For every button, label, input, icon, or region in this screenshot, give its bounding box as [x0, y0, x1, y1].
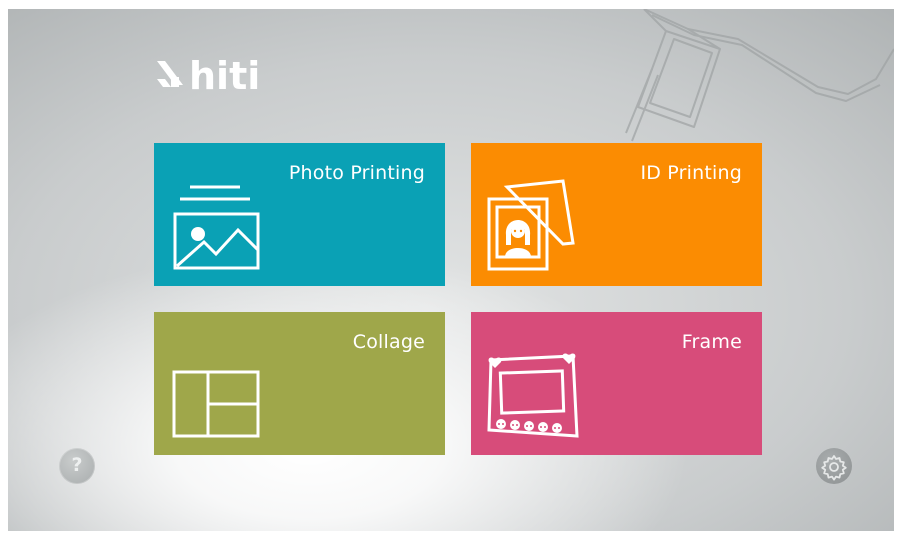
- photo-frame-icon: [487, 353, 579, 438]
- printer-sketch-icon: [625, 9, 894, 142]
- settings-button[interactable]: [816, 448, 852, 484]
- logo-text: hiti: [189, 54, 260, 97]
- tile-collage[interactable]: Collage: [154, 312, 445, 455]
- photo-print-icon: [173, 185, 260, 270]
- help-button[interactable]: ?: [59, 448, 95, 484]
- id-photo-icon: [487, 179, 575, 271]
- tile-frame[interactable]: Frame: [471, 312, 762, 455]
- gear-icon: [821, 455, 847, 481]
- hiti-logo: hiti: [157, 54, 260, 97]
- collage-layout-icon: [172, 370, 260, 438]
- tile-photo-printing-label: Photo Printing: [288, 162, 425, 184]
- app-screen: hiti Photo Printing ID Printing Collage …: [8, 9, 894, 531]
- tile-id-printing[interactable]: ID Printing: [471, 143, 762, 286]
- tile-id-printing-label: ID Printing: [640, 162, 742, 184]
- tile-frame-label: Frame: [681, 331, 742, 353]
- help-icon: ?: [71, 454, 83, 476]
- tile-collage-label: Collage: [352, 331, 425, 353]
- tile-photo-printing[interactable]: Photo Printing: [154, 143, 445, 286]
